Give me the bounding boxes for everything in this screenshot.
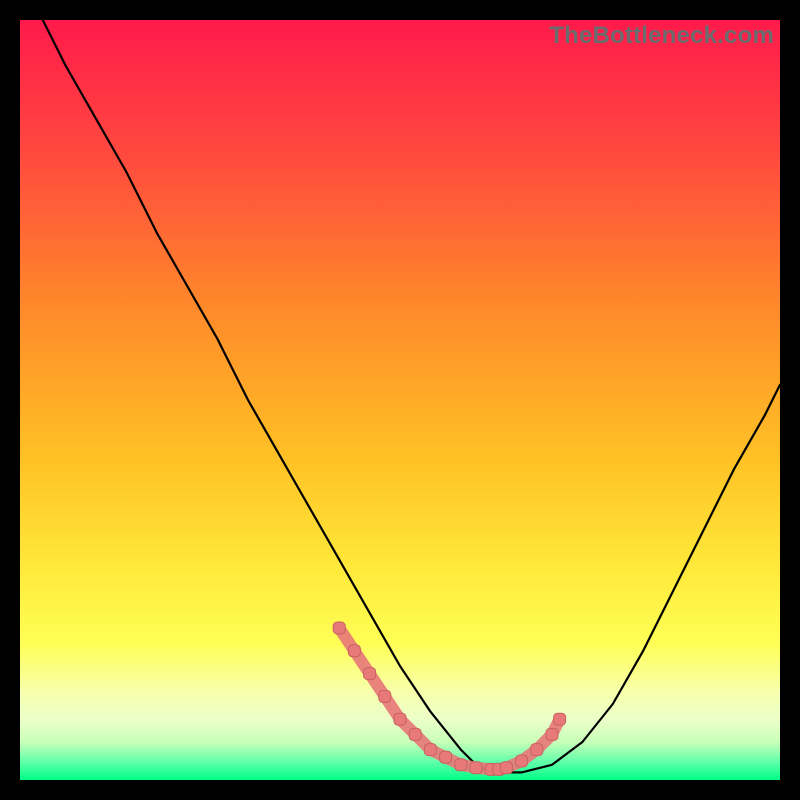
bottleneck-chart [20, 20, 780, 780]
highlight-marker [409, 728, 421, 740]
highlight-marker [531, 744, 543, 756]
chart-frame: TheBottleneck.com [20, 20, 780, 780]
highlight-marker [364, 668, 376, 680]
highlight-marker [470, 762, 482, 774]
highlight-marker [516, 755, 528, 767]
highlight-marker [424, 744, 436, 756]
highlight-marker [500, 762, 512, 774]
highlight-marker [455, 759, 467, 771]
watermark-text: TheBottleneck.com [549, 22, 774, 50]
highlight-marker [394, 713, 406, 725]
highlight-marker [546, 728, 558, 740]
highlight-marker [333, 622, 345, 634]
highlight-marker [348, 645, 360, 657]
highlight-marker [379, 690, 391, 702]
highlight-marker [440, 751, 452, 763]
highlight-marker [554, 713, 566, 725]
